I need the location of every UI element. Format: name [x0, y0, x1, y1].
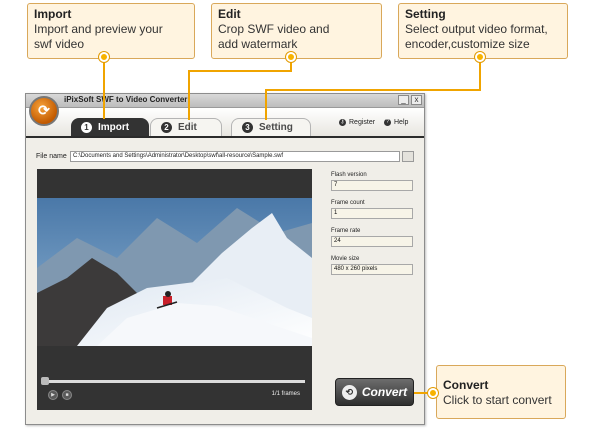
frame-count-label: Frame count	[331, 200, 365, 206]
video-frame	[37, 198, 312, 346]
edit-callout-desc-2: add watermark	[218, 37, 298, 51]
edit-callout: Edit Crop SWF video and add watermark	[211, 3, 382, 59]
setting-connector-v1	[479, 59, 481, 91]
title-bar: iPixSoft SWF to Video Converter _ x	[26, 94, 424, 108]
playback-timeline[interactable]	[43, 380, 305, 383]
minimize-button[interactable]: _	[398, 95, 409, 105]
convert-button[interactable]: ⟲ Convert	[335, 378, 414, 406]
convert-callout: Convert Click to start convert	[436, 365, 566, 419]
edit-connector-v2	[188, 70, 190, 120]
help-icon: ?	[384, 119, 391, 126]
setting-connector-h	[265, 89, 481, 91]
frame-count-field: 1	[331, 208, 413, 219]
app-window: iPixSoft SWF to Video Converter _ x ⟳ 1 …	[25, 93, 425, 425]
window-title: iPixSoft SWF to Video Converter	[64, 95, 188, 104]
tab-setting-label: Setting	[259, 122, 293, 133]
setting-callout-desc-2: encoder,customize size	[405, 37, 530, 51]
register-link[interactable]: ⚷ Register	[339, 119, 375, 126]
setting-callout-title: Setting	[405, 7, 446, 21]
import-callout-desc-2: swf video	[34, 37, 85, 51]
file-name-label: File name	[36, 153, 67, 160]
edit-connector-h	[188, 70, 292, 72]
app-logo: ⟳	[29, 96, 59, 126]
register-link-label: Register	[349, 119, 376, 126]
flash-version-field: 7	[331, 180, 413, 191]
close-button[interactable]: x	[411, 95, 422, 105]
tab-import-number: 1	[81, 121, 92, 133]
setting-callout: Setting Select output video format, enco…	[398, 3, 568, 59]
import-callout-desc-1: Import and preview your	[34, 22, 163, 36]
frame-rate-label: Frame rate	[331, 228, 361, 234]
help-link[interactable]: ? Help	[384, 119, 408, 126]
skier-scene-image	[37, 198, 312, 346]
import-dot	[99, 52, 109, 62]
convert-button-label: Convert	[361, 385, 408, 399]
convert-callout-desc: Click to start convert	[443, 393, 552, 407]
tab-import-label: Import	[98, 121, 130, 133]
edit-dot	[286, 52, 296, 62]
setting-dot	[475, 52, 485, 62]
convert-icon: ⟲	[341, 384, 357, 400]
convert-callout-title: Convert	[443, 378, 489, 392]
setting-connector-v2	[265, 89, 267, 120]
play-icon[interactable]: ▶	[48, 390, 58, 400]
tab-setting[interactable]: 3 Setting	[231, 118, 311, 136]
logo-glyph-icon: ⟳	[38, 102, 50, 118]
import-callout: Import Import and preview your swf video	[27, 3, 195, 59]
tab-edit-number: 2	[161, 122, 172, 133]
frame-counter: 1/1 frames	[271, 391, 300, 397]
import-connector	[103, 59, 105, 119]
tab-edit[interactable]: 2 Edit	[150, 118, 222, 136]
import-callout-title: Import	[34, 7, 72, 21]
tab-setting-number: 3	[242, 122, 253, 133]
flash-version-label: Flash version	[331, 172, 367, 178]
edit-callout-title: Edit	[218, 7, 241, 21]
convert-dot	[428, 388, 438, 398]
frame-rate-field: 24	[331, 236, 413, 247]
stop-icon[interactable]: ■	[62, 390, 72, 400]
browse-folder-button[interactable]	[402, 151, 414, 162]
setting-callout-desc-1: Select output video format,	[405, 22, 548, 36]
key-icon: ⚷	[339, 119, 346, 126]
movie-size-label: Movie size	[331, 256, 360, 262]
file-path-input[interactable]: C:\Documents and Settings\Administrator\…	[70, 151, 400, 162]
edit-callout-desc-1: Crop SWF video and	[218, 22, 330, 36]
tab-import[interactable]: 1 Import	[71, 118, 149, 136]
timeline-thumb[interactable]	[41, 377, 49, 385]
tab-edit-label: Edit	[178, 122, 197, 133]
movie-size-field: 480 x 260 pixels	[331, 264, 413, 275]
preview-panel: ▶ ■ 1/1 frames	[37, 169, 312, 410]
help-link-label: Help	[394, 119, 409, 126]
tab-bar: 1 Import 2 Edit 3 Setting ⚷ Register ? H…	[26, 108, 424, 138]
